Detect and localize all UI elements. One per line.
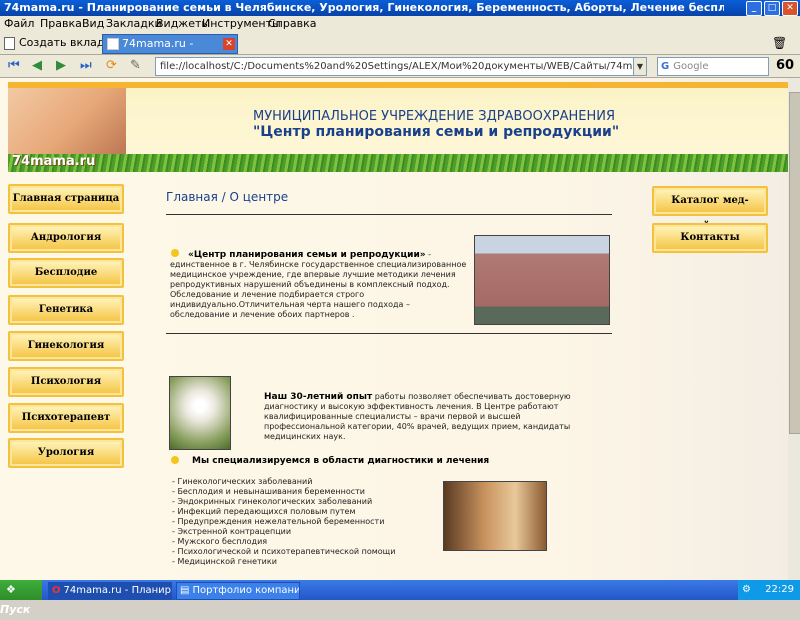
start-label: Пуск <box>0 603 31 616</box>
menu-bar: Файл Правка Вид Закладки Виджеты Инструм… <box>0 16 800 32</box>
nav-genetics[interactable]: Генетика <box>8 295 124 325</box>
breadcrumb: Главная / О центре <box>166 190 289 204</box>
vertical-scrollbar[interactable] <box>788 78 800 580</box>
about-lead: «Центр планирования семьи и репродукции» <box>188 250 426 260</box>
scrollbar-thumb[interactable] <box>789 92 800 434</box>
list-item: Предупреждения нежелательной беременност… <box>172 517 395 527</box>
window-title: 74mama.ru - Планирование семьи в Челябин… <box>4 1 724 14</box>
address-bar[interactable]: file://localhost/C:/Documents%20and%20Se… <box>155 57 647 76</box>
edit-icon[interactable]: ✎ <box>130 58 141 74</box>
fast-forward-icon[interactable]: ⏭ <box>80 58 92 74</box>
header-line1: МУНИЦИПАЛЬНОЕ УЧРЕЖДЕНИЕ ЗДРАВООХРАНЕНИЯ <box>253 109 616 124</box>
system-tray: ⚙ 22:29 <box>738 580 800 600</box>
favicon-icon <box>107 38 119 50</box>
tab-bar: Создать вкладку 74mama.ru - Планирован..… <box>0 32 800 68</box>
list-item: Гинекологических заболеваний <box>172 477 395 487</box>
experience-lead: Наш 30-летний опыт <box>264 392 373 402</box>
new-tab-button[interactable]: Создать вкладку <box>4 36 118 50</box>
window-title-bar: 74mama.ru - Планирование семьи в Челябин… <box>0 0 800 16</box>
couple-photo <box>443 481 547 551</box>
nav-contacts[interactable]: Контакты <box>652 223 768 253</box>
grass-decoration <box>8 154 788 172</box>
list-item: Мужского бесплодия <box>172 537 395 547</box>
menu-view[interactable]: Вид <box>82 16 104 32</box>
tray-icon[interactable]: ⚙ <box>742 584 751 595</box>
header-line2: "Центр планирования семьи и репродукции" <box>253 124 620 140</box>
nav-urology[interactable]: Урология <box>8 438 124 468</box>
close-icon[interactable]: ✕ <box>782 1 798 16</box>
search-placeholder: Google <box>673 61 709 72</box>
menu-edit[interactable]: Правка <box>40 16 82 32</box>
list-item: Экстренной контрацепции <box>172 527 395 537</box>
divider <box>166 333 612 334</box>
opera-icon: O <box>52 585 61 596</box>
address-url: file://localhost/C:/Documents%20and%20Se… <box>160 61 646 72</box>
nav-infertility[interactable]: Бесплодие <box>8 258 124 288</box>
about-paragraph: «Центр планирования семьи и репродукции»… <box>170 250 470 320</box>
google-icon: G <box>661 61 670 72</box>
divider <box>166 214 612 215</box>
nav-psychology[interactable]: Психология <box>8 367 124 397</box>
list-item: Эндокринных гинекологических заболеваний <box>172 497 395 507</box>
taskbar-item-opera[interactable]: O 74mama.ru - Планир... <box>48 582 172 600</box>
nav-gynecology[interactable]: Гинекология <box>8 331 124 361</box>
document-icon: ▤ <box>180 585 190 596</box>
clock: 22:29 <box>765 584 794 595</box>
menu-file[interactable]: Файл <box>4 16 34 32</box>
taskbar: ❖ Пуск O 74mama.ru - Планир... ▤ Портфолио… <box>0 580 800 616</box>
site-logo[interactable]: 74mama.ru <box>12 154 95 169</box>
list-item: Медицинской генетики <box>172 557 395 567</box>
forward-icon[interactable]: ▶ <box>56 58 66 74</box>
address-dropdown-icon[interactable]: ▼ <box>633 58 646 75</box>
list-item: Бесплодия и невынашивания беременности <box>172 487 395 497</box>
list-item: Психологической и психотерапевтической п… <box>172 547 395 557</box>
rewind-icon[interactable]: ⏮ <box>8 58 20 74</box>
windows-flag-icon: ❖ <box>6 583 16 596</box>
tab-close-icon[interactable]: ✕ <box>223 38 235 50</box>
reload-icon[interactable]: ⟳ <box>106 58 117 74</box>
taskbar-item-label: 74mama.ru - Планир... <box>63 585 172 596</box>
tab-active[interactable]: 74mama.ru - Планирован... ✕ <box>102 34 238 68</box>
maximize-icon[interactable]: □ <box>764 1 780 16</box>
building-photo <box>474 235 610 325</box>
nav-home[interactable]: Главная страница <box>8 184 124 214</box>
nav-toolbar: ⏮ ◀ ▶ ⏭ ⟳ ✎ file://localhost/C:/Document… <box>0 55 800 78</box>
nav-catalog[interactable]: Каталог мед-сайтов <box>652 186 768 232</box>
about-body: - единственное в г. Челябинске государст… <box>170 250 467 319</box>
taskbar-item-label: Портфолио компании D... <box>192 585 300 596</box>
list-item: Инфекций передающихся половым путем <box>172 507 395 517</box>
menu-bookmarks[interactable]: Закладки <box>106 16 162 32</box>
experience-paragraph: Наш 30-летний опыт работы позволяет обес… <box>264 392 604 442</box>
page-icon <box>4 36 15 50</box>
taskbar-item-portfolio[interactable]: ▤Портфолио компании D... <box>176 582 300 600</box>
nav-psychotherapist[interactable]: Психотерапевт <box>8 403 124 433</box>
zoom-glasses-icon[interactable]: 60 <box>776 58 794 74</box>
trash-icon[interactable]: 🗑 <box>772 36 787 50</box>
bullet-icon <box>171 456 179 464</box>
minimize-icon[interactable]: _ <box>746 1 762 16</box>
specialize-list: Гинекологических заболеваний Бесплодия и… <box>172 477 395 567</box>
start-button[interactable]: ❖ Пуск <box>0 580 42 616</box>
nav-andrology[interactable]: Андрология <box>8 223 124 253</box>
page-viewport: 74mama.ru МУНИЦИПАЛЬНОЕ УЧРЕЖДЕНИЕ ЗДРАВ… <box>0 78 788 580</box>
menu-help[interactable]: Справка <box>268 16 316 32</box>
back-icon[interactable]: ◀ <box>32 58 42 74</box>
search-input[interactable]: G Google <box>657 57 769 76</box>
site-banner: 74mama.ru МУНИЦИПАЛЬНОЕ УЧРЕЖДЕНИЕ ЗДРАВ… <box>8 88 788 172</box>
daisy-photo <box>169 376 231 450</box>
specialize-heading: Мы специализируемся в области диагностик… <box>192 456 490 466</box>
